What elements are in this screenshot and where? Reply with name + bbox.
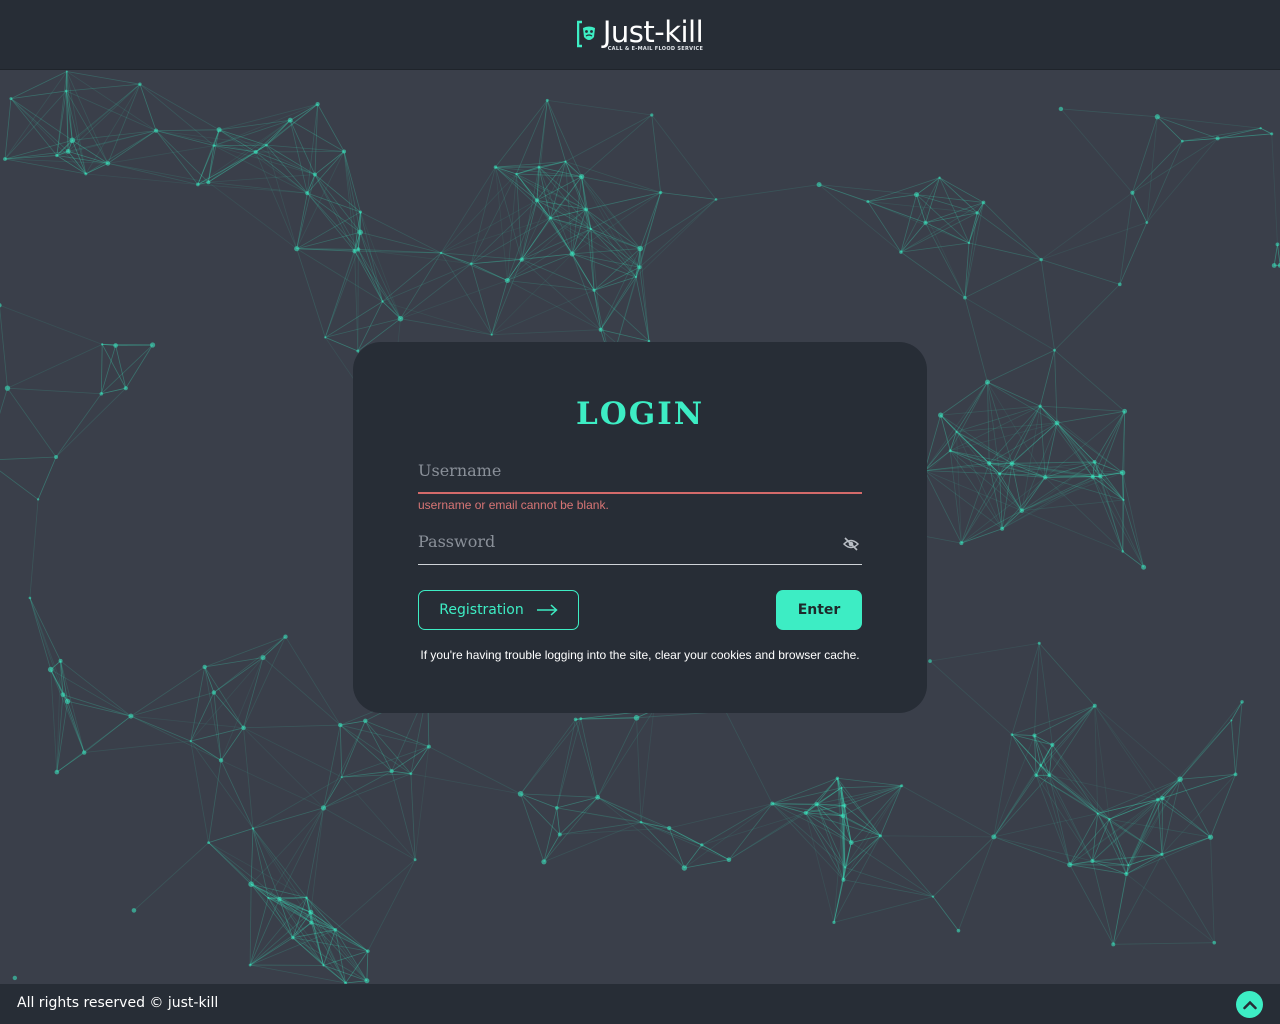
password-input[interactable]: [418, 525, 862, 564]
login-title: LOGIN: [575, 396, 705, 432]
chevron-up-icon: [1242, 1000, 1257, 1009]
registration-button-label: Registration: [439, 602, 524, 618]
username-field-wrapper: [418, 454, 862, 494]
login-card: LOGIN username or email cannot be blank.…: [353, 342, 927, 713]
registration-button[interactable]: Registration: [418, 590, 579, 630]
site-header: Just-kill CALL & E-MAIL FLOOD SERVICE: [0, 0, 1280, 70]
eye-slash-icon[interactable]: [842, 535, 860, 553]
site-logo[interactable]: Just-kill CALL & E-MAIL FLOOD SERVICE: [576, 15, 704, 52]
site-footer: All rights reserved © just-kill: [0, 984, 1280, 1024]
logo-tagline: CALL & E-MAIL FLOOD SERVICE: [607, 46, 704, 52]
arrow-right-icon: [536, 604, 558, 616]
username-error-message: username or email cannot be blank.: [418, 498, 609, 512]
password-field-wrapper: [418, 525, 862, 565]
cache-hint-text: If you're having trouble logging into th…: [420, 648, 860, 662]
logo-text: Just-kill CALL & E-MAIL FLOOD SERVICE: [602, 15, 704, 52]
mask-bracket-icon: [576, 20, 595, 48]
logo-name: Just-kill: [602, 15, 704, 49]
username-input[interactable]: [418, 454, 862, 492]
scroll-top-button[interactable]: [1236, 991, 1263, 1018]
enter-button[interactable]: Enter: [776, 590, 862, 630]
copyright-text: All rights reserved © just-kill: [17, 995, 219, 1011]
